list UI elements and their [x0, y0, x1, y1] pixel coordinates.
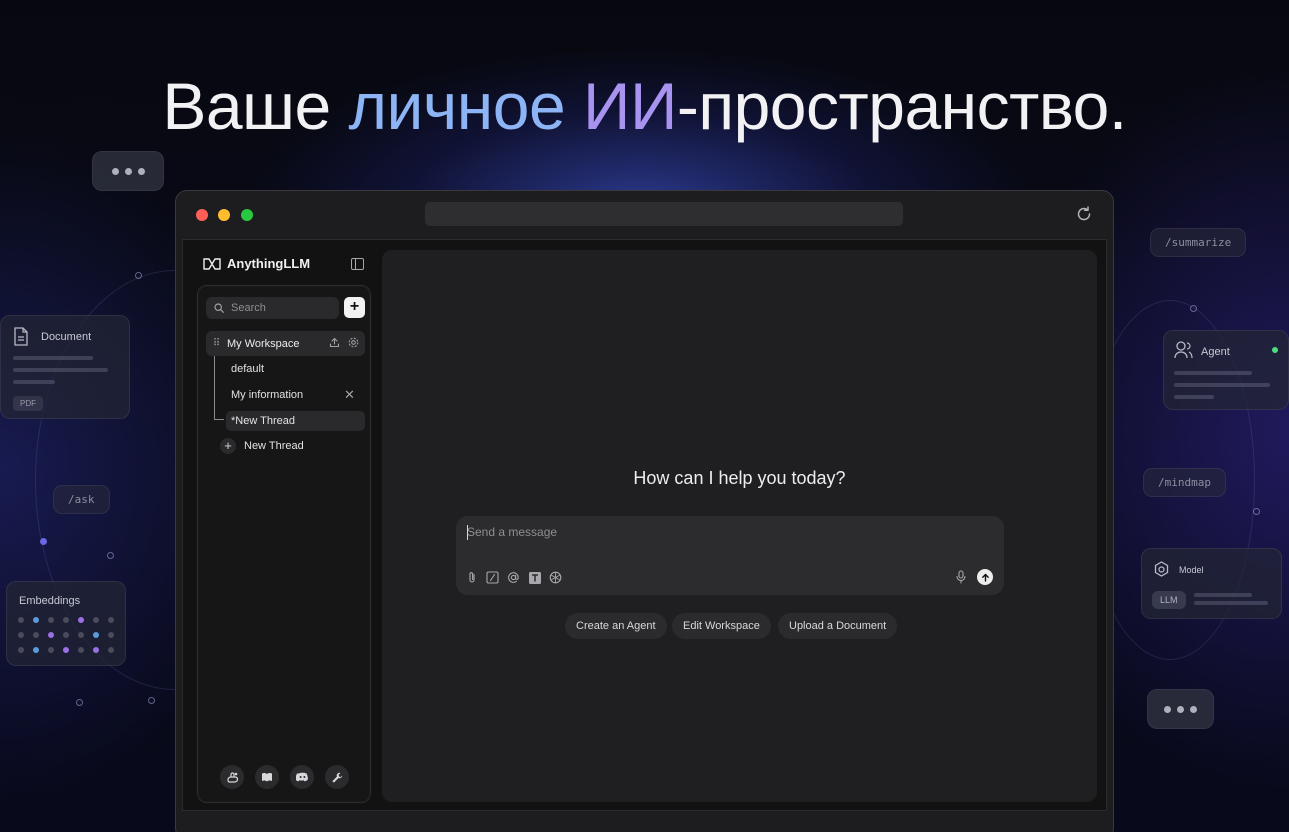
- headline-text-space: -пространство.: [676, 69, 1127, 143]
- sidebar: + ⠿ My Workspace default My information: [197, 285, 371, 803]
- workspace-item[interactable]: ⠿ My Workspace: [206, 331, 365, 356]
- command-summarize: /summarize: [1150, 228, 1247, 257]
- model-icon: [1154, 561, 1169, 577]
- hero-headline: Ваше личное ИИ-пространство.: [0, 68, 1289, 144]
- agent-icon: [1174, 341, 1193, 359]
- upload-icon[interactable]: [329, 337, 340, 348]
- thread-item-default[interactable]: default: [226, 359, 264, 379]
- embeddings-card-label: Embeddings: [19, 595, 81, 607]
- agent-skills-icon[interactable]: [548, 570, 563, 585]
- workspace-name: My Workspace: [227, 337, 300, 350]
- brand: AnythingLLM: [203, 256, 310, 271]
- embeddings-card: Embeddings: [6, 581, 126, 666]
- command-ask: /ask: [53, 485, 110, 514]
- window-titlebar: [176, 191, 1113, 237]
- embeddings-dot-grid: [18, 617, 114, 653]
- minimize-window-button[interactable]: [218, 209, 230, 221]
- message-input[interactable]: [467, 525, 917, 539]
- orbit-node: [148, 697, 155, 704]
- gear-icon[interactable]: [348, 337, 359, 348]
- at-mention-icon[interactable]: [506, 570, 521, 585]
- orbit-node: [76, 699, 83, 706]
- headline-accent-personal: личное: [348, 69, 583, 143]
- arrow-up-icon: [981, 573, 989, 582]
- agent-card-label: Agent: [1201, 346, 1230, 358]
- sidebar-toggle-icon[interactable]: [351, 258, 364, 270]
- headline-text: Ваше: [162, 69, 349, 143]
- reload-icon[interactable]: [1075, 205, 1093, 223]
- anythingllm-logo-icon: [203, 257, 221, 270]
- agent-card: Agent: [1163, 330, 1289, 410]
- typing-bubble-bottom: [1147, 689, 1214, 729]
- book-icon[interactable]: [255, 765, 279, 789]
- orbit-node: [1190, 305, 1197, 312]
- greeting-text: How can I help you today?: [633, 468, 846, 488]
- document-card-label: Document: [41, 331, 92, 343]
- community-hub-icon[interactable]: [220, 765, 244, 789]
- create-agent-button[interactable]: Create an Agent: [565, 613, 667, 639]
- file-type-badge: PDF: [13, 396, 43, 411]
- model-card-label: Model: [1179, 565, 1204, 575]
- slash-command-icon[interactable]: [485, 570, 500, 585]
- typing-bubble-top: [92, 151, 164, 191]
- model-card: Model LLM: [1141, 548, 1282, 619]
- upload-document-button[interactable]: Upload a Document: [778, 613, 898, 639]
- discord-icon[interactable]: [290, 765, 314, 789]
- search-icon: [214, 303, 224, 313]
- thread-tree-line: [214, 356, 215, 420]
- composer-toolbar: [464, 570, 563, 585]
- thread-item-my-information[interactable]: My information: [226, 385, 303, 405]
- search-box[interactable]: [206, 297, 339, 319]
- search-input[interactable]: [231, 302, 331, 314]
- paperclip-icon[interactable]: [464, 570, 479, 585]
- headline-accent-ai: ИИ: [583, 69, 677, 143]
- orbit-node: [1253, 508, 1260, 515]
- microphone-icon[interactable]: [956, 570, 966, 589]
- send-button[interactable]: [977, 569, 993, 585]
- thread-item-new-thread[interactable]: *New Thread: [226, 411, 365, 431]
- document-card: Document PDF: [0, 315, 130, 419]
- edit-workspace-button[interactable]: Edit Workspace: [672, 613, 771, 639]
- close-window-button[interactable]: [196, 209, 208, 221]
- new-workspace-button[interactable]: +: [344, 297, 365, 318]
- llm-badge: LLM: [1152, 591, 1186, 609]
- sidebar-footer: [220, 765, 349, 789]
- document-icon: [14, 327, 28, 346]
- new-thread-label: New Thread: [244, 440, 304, 452]
- text-size-icon[interactable]: [527, 570, 542, 585]
- address-bar[interactable]: [425, 202, 903, 226]
- plus-icon: +: [220, 438, 236, 454]
- drag-handle-icon[interactable]: ⠿: [208, 338, 224, 349]
- orbit-node: [107, 552, 114, 559]
- anythingllm-app: AnythingLLM + ⠿ My Workspace: [182, 239, 1107, 811]
- chat-panel: How can I help you today? Send a message…: [382, 250, 1097, 802]
- thread-tree-line: [214, 419, 224, 420]
- new-thread-button[interactable]: + New Thread: [220, 438, 304, 454]
- orbit-node: [40, 538, 47, 545]
- close-icon[interactable]: ✕: [344, 388, 355, 401]
- brand-name: AnythingLLM: [227, 256, 311, 271]
- wrench-icon[interactable]: [325, 765, 349, 789]
- app-window: AnythingLLM + ⠿ My Workspace: [175, 190, 1114, 832]
- orbit-node: [135, 272, 142, 279]
- message-composer: [456, 516, 1004, 595]
- zoom-window-button[interactable]: [241, 209, 253, 221]
- command-mindmap: /mindmap: [1143, 468, 1226, 497]
- text-caret: [467, 525, 468, 540]
- agent-status-dot: [1272, 347, 1278, 353]
